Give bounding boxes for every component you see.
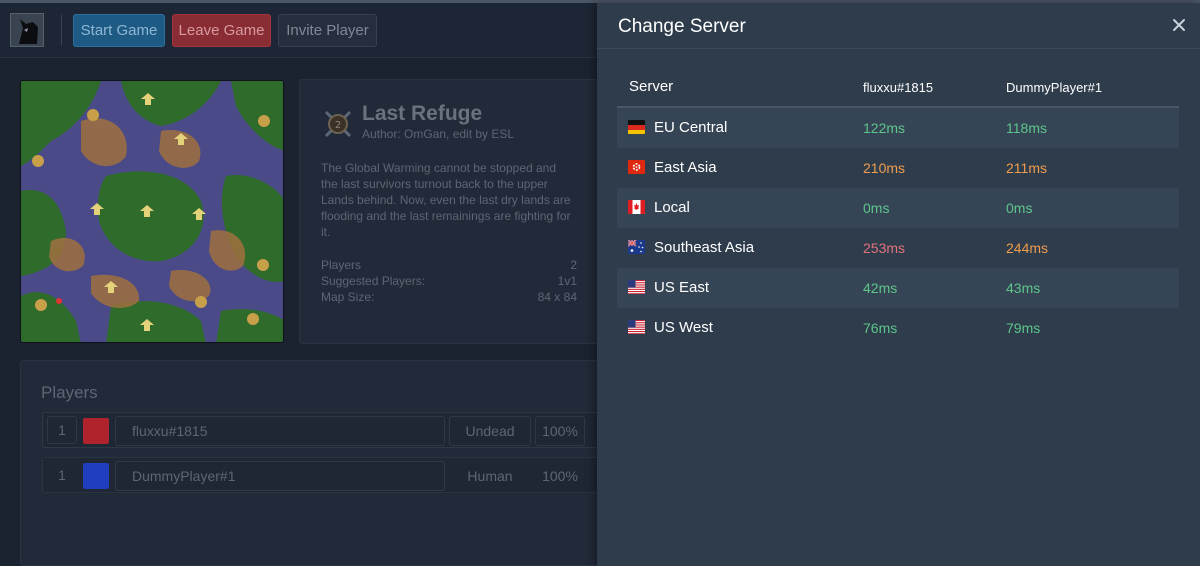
player-color-swatch (83, 463, 109, 489)
map-stat-value: 84 x 84 (537, 290, 577, 304)
ping-player1: 210ms (863, 160, 906, 176)
player-row: 1 DummyPlayer#1 Human 100% (42, 457, 602, 493)
map-stat-label: Map Size: (321, 290, 375, 304)
players-title: Players (41, 383, 98, 402)
map-stat-players: Players 2 (321, 258, 577, 272)
map-stat-value: 2 (570, 258, 577, 272)
player-race-select[interactable]: Undead (449, 416, 531, 446)
ping-player2: 118ms (1006, 120, 1047, 136)
ping-player1: 76ms (863, 320, 898, 336)
server-row-east-asia[interactable]: East Asia 210ms 211ms (617, 148, 1179, 188)
player-team[interactable]: 1 (47, 416, 77, 444)
usa-flag-icon (628, 280, 645, 294)
map-preview (20, 80, 284, 343)
start-game-button[interactable]: Start Game (73, 14, 165, 47)
column-header-player2: DummyPlayer#1 (1006, 80, 1103, 95)
player-name: fluxxu#1815 (115, 416, 445, 446)
server-row-eu-central[interactable]: EU Central 122ms 118ms (617, 108, 1179, 148)
germany-flag-icon (628, 120, 645, 134)
map-title: Last Refuge (362, 102, 483, 125)
map-stat-label: Players (321, 258, 362, 272)
ping-player2: 211ms (1006, 160, 1047, 176)
player-color-swatch[interactable] (83, 418, 109, 444)
ping-player1: 0ms (863, 200, 890, 216)
server-row-local[interactable]: Local 0ms 0ms (617, 188, 1179, 228)
map-stat-size: Map Size: 84 x 84 (321, 290, 577, 304)
player-name: DummyPlayer#1 (115, 461, 445, 491)
ping-player1: 122ms (863, 120, 906, 136)
toolbar-divider (61, 15, 62, 45)
leave-game-button[interactable]: Leave Game (172, 14, 271, 47)
player-race: Human (467, 468, 513, 484)
player-handicap-select[interactable]: 100% (535, 416, 585, 446)
usa-flag-icon (628, 320, 645, 334)
player-handicap: 100% (542, 468, 578, 484)
ping-player2: 79ms (1006, 320, 1041, 336)
ping-player1: 253ms (863, 240, 906, 256)
players-panel: Players 1 fluxxu#1815 Undead 100% 1 Dumm… (20, 360, 602, 566)
ping-player1: 42ms (863, 280, 898, 296)
server-row-us-west[interactable]: US West 76ms 79ms (617, 308, 1179, 348)
dialog-title: Change Server (618, 16, 746, 37)
player-team: 1 (58, 467, 66, 483)
map-stat-label: Suggested Players: (321, 274, 426, 288)
server-name: Southeast Asia (654, 239, 755, 256)
australia-flag-icon (628, 240, 645, 254)
map-player-badge-icon: 2 (322, 108, 354, 140)
change-server-dialog: Change Server Server fluxxu#1815 DummyPl… (597, 3, 1200, 566)
map-info-card: 2 Last Refuge Author: OmGan, edit by ESL… (299, 79, 600, 344)
close-icon[interactable] (1167, 13, 1191, 37)
lobby-toolbar: Start Game Leave Game Invite Player (0, 3, 600, 58)
server-row-us-east[interactable]: US East 42ms 43ms (617, 268, 1179, 308)
invite-player-button[interactable]: Invite Player (278, 14, 377, 47)
player-row: 1 fluxxu#1815 Undead 100% (42, 412, 602, 448)
server-name: US West (654, 319, 713, 336)
server-name: Local (654, 199, 690, 216)
ping-player2: 244ms (1006, 240, 1049, 256)
server-row-southeast-asia[interactable]: Southeast Asia 253ms 244ms (617, 228, 1179, 268)
ping-player2: 0ms (1006, 200, 1033, 216)
app-logo (10, 13, 44, 47)
server-name: US East (654, 279, 710, 296)
map-author: Author: OmGan, edit by ESL (362, 127, 515, 141)
map-stat-value: 1v1 (557, 274, 577, 288)
hong-kong-flag-icon (628, 160, 645, 174)
dialog-header-divider (597, 48, 1200, 49)
map-stat-suggested: Suggested Players: 1v1 (321, 274, 577, 288)
map-description: The Global Warming cannot be stopped and… (321, 161, 571, 239)
column-header-player1: fluxxu#1815 (863, 80, 934, 95)
column-header-server: Server (629, 78, 674, 95)
server-name: EU Central (654, 119, 728, 136)
ping-player2: 43ms (1006, 280, 1041, 296)
map-badge-number: 2 (335, 120, 341, 131)
canada-flag-icon (628, 200, 645, 214)
server-name: East Asia (654, 159, 717, 176)
